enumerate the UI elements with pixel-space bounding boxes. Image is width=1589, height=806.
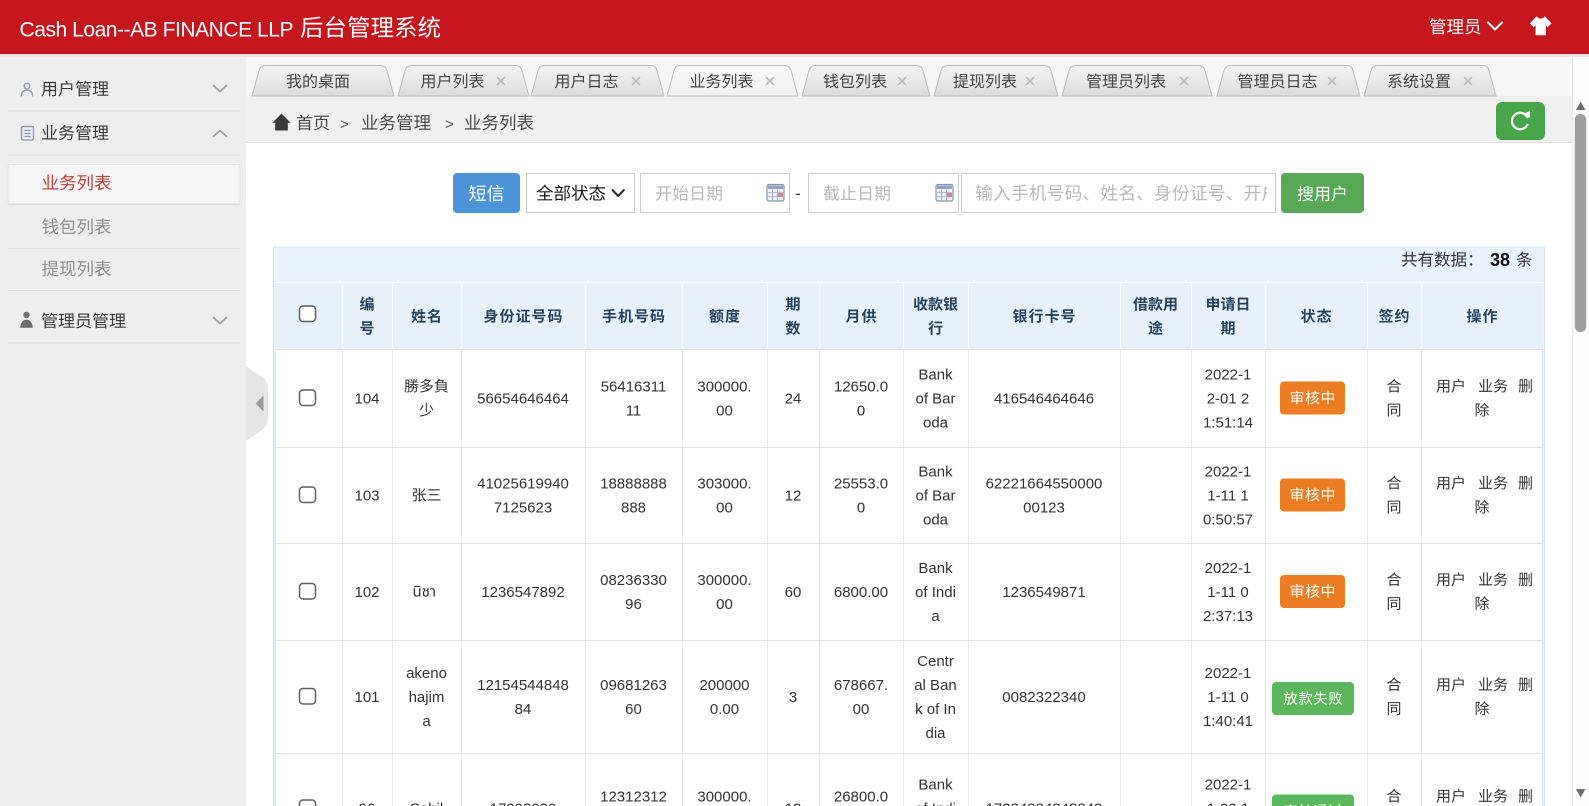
svg-text:101: 101 [354, 689, 379, 706]
svg-text:12: 12 [785, 800, 802, 806]
svg-text:09681263: 09681263 [600, 677, 667, 694]
svg-text:1:40:41: 1:40:41 [1203, 713, 1253, 730]
svg-text:6800.00: 6800.00 [834, 584, 888, 601]
svg-text:>: > [445, 116, 454, 133]
svg-text:1-11 1: 1-11 1 [1207, 487, 1248, 504]
svg-text:Bank: Bank [918, 560, 953, 577]
svg-text:2022-1: 2022-1 [1205, 366, 1252, 383]
svg-text:a: a [422, 713, 431, 730]
svg-text:416546464646: 416546464646 [994, 390, 1094, 407]
svg-text:0082322340: 0082322340 [1002, 689, 1085, 706]
svg-text:11: 11 [626, 402, 642, 419]
svg-text:103: 103 [354, 487, 379, 504]
svg-text:888: 888 [621, 499, 646, 516]
svg-text:41025619940: 41025619940 [477, 475, 569, 492]
svg-text:oda: oda [923, 511, 949, 528]
svg-text:17384884848848: 17384884848848 [986, 800, 1103, 806]
svg-text:102: 102 [354, 584, 379, 601]
svg-text:56416311: 56416311 [601, 378, 667, 395]
svg-text:akeno: akeno [406, 665, 447, 682]
svg-text:60: 60 [785, 584, 802, 601]
svg-text:303000.: 303000. [697, 475, 751, 492]
svg-text:1236549871: 1236549871 [1002, 584, 1085, 601]
svg-text:00: 00 [716, 596, 733, 613]
svg-text:00: 00 [853, 701, 870, 718]
svg-text:1:51:14: 1:51:14 [1203, 414, 1253, 431]
svg-text:12312312: 12312312 [600, 788, 667, 805]
svg-text:25553.0: 25553.0 [834, 475, 888, 492]
svg-text:of Indi: of Indi [915, 800, 956, 806]
svg-text:2022-1: 2022-1 [1205, 665, 1252, 682]
svg-text:Bank: Bank [918, 463, 953, 480]
svg-text:300000.: 300000. [697, 788, 751, 805]
svg-text:0.00: 0.00 [710, 701, 739, 718]
svg-text:hajim: hajim [409, 689, 445, 706]
svg-text:Bank: Bank [918, 776, 953, 793]
svg-text:26800.0: 26800.0 [834, 788, 888, 805]
svg-text:of Indi: of Indi [915, 584, 956, 601]
svg-text:12154544848: 12154544848 [477, 677, 569, 694]
svg-text:dia: dia [925, 725, 946, 742]
svg-text:00: 00 [716, 402, 733, 419]
svg-text:60: 60 [625, 701, 642, 718]
svg-text:38: 38 [1490, 250, 1510, 270]
svg-text:1236547892: 1236547892 [481, 584, 564, 601]
svg-text:2022-1: 2022-1 [1205, 560, 1252, 577]
svg-text:Bank: Bank [918, 366, 953, 383]
svg-text:08236330: 08236330 [600, 572, 667, 589]
svg-text:oda: oda [923, 414, 949, 431]
svg-text:Sahil: Sahil [410, 800, 443, 806]
svg-text:104: 104 [354, 390, 379, 407]
svg-text:1-11 0: 1-11 0 [1207, 689, 1248, 706]
svg-text:Cash Loan--AB FINANCE LLP: Cash Loan--AB FINANCE LLP [20, 19, 294, 42]
svg-text:2022-1: 2022-1 [1205, 776, 1252, 793]
svg-text:24: 24 [785, 390, 802, 407]
svg-text:84: 84 [515, 701, 532, 718]
svg-text:12: 12 [785, 487, 802, 504]
svg-text:Centr: Centr [917, 653, 954, 670]
svg-text:200000: 200000 [699, 677, 749, 694]
svg-text:12650.0: 12650.0 [834, 378, 888, 395]
svg-text:678667.: 678667. [834, 677, 888, 694]
svg-text:2022-1: 2022-1 [1205, 463, 1252, 480]
svg-text:>: > [340, 116, 349, 133]
svg-text:k of In: k of In [915, 701, 956, 718]
svg-text:300000.: 300000. [697, 378, 751, 395]
svg-text:17293030: 17293030 [490, 800, 557, 806]
svg-text:3: 3 [789, 689, 797, 706]
svg-text:of Bar: of Bar [915, 487, 955, 504]
svg-text:2-01 2: 2-01 2 [1207, 390, 1250, 407]
svg-text:7125623: 7125623 [494, 499, 552, 516]
svg-text:18888888: 18888888 [600, 475, 667, 492]
svg-text:0: 0 [857, 499, 865, 516]
svg-text:1-09 1: 1-09 1 [1207, 800, 1250, 806]
svg-text:96: 96 [359, 800, 376, 806]
svg-text:-: - [795, 184, 801, 203]
svg-text:al Ban: al Ban [914, 677, 957, 694]
svg-text:56654646464: 56654646464 [477, 390, 569, 407]
svg-text:96: 96 [625, 596, 642, 613]
svg-text:of Bar: of Bar [915, 390, 955, 407]
svg-text:0: 0 [857, 402, 865, 419]
svg-text:a: a [931, 608, 940, 625]
svg-text:0:50:57: 0:50:57 [1203, 511, 1253, 528]
svg-text:00: 00 [716, 499, 733, 516]
svg-text:1-11 0: 1-11 0 [1207, 584, 1248, 601]
svg-text:62221664550000: 62221664550000 [986, 475, 1103, 492]
svg-text:00123: 00123 [1023, 499, 1065, 516]
svg-text:300000.: 300000. [697, 572, 751, 589]
svg-text:2:37:13: 2:37:13 [1203, 608, 1253, 625]
